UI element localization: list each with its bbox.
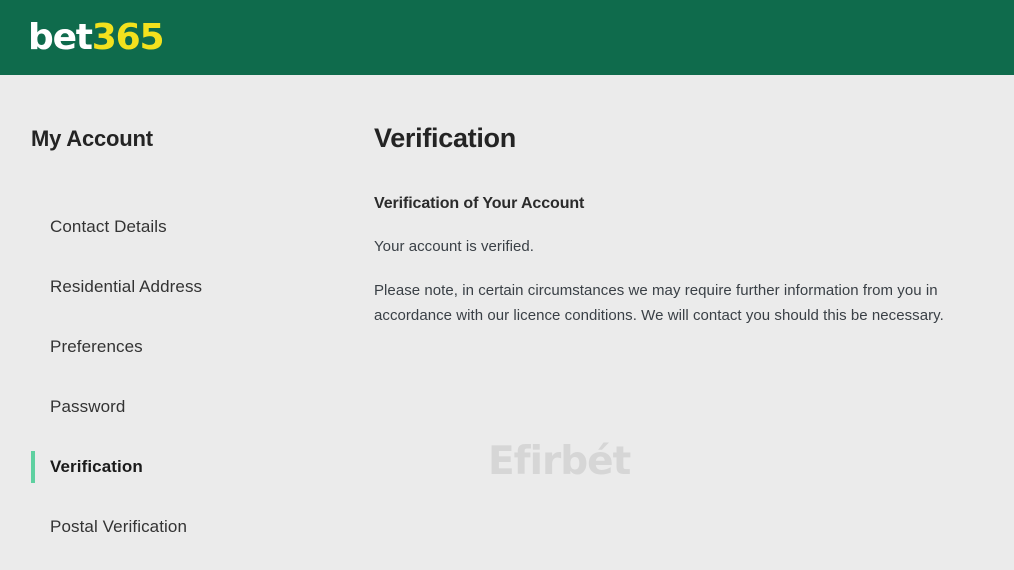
sidebar-item-label: Password — [50, 397, 126, 416]
status-paragraph: Your account is verified. — [374, 238, 534, 255]
sidebar-item-residential-address[interactable]: Residential Address — [0, 257, 360, 317]
notice-paragraph: Please note, in certain circumstances we… — [374, 282, 944, 324]
brand-name-primary: bet — [28, 17, 93, 58]
sidebar-item-label: Residential Address — [50, 277, 203, 296]
sidebar-item-password[interactable]: Password — [0, 377, 360, 437]
main-content: Verification Verification of Your Accoun… — [360, 75, 1014, 570]
sidebar-nav-list: Contact Details Residential Address Pref… — [0, 197, 360, 557]
sidebar-item-postal-verification[interactable]: Postal Verification — [0, 497, 360, 557]
section-heading: Verification of Your Account — [374, 195, 585, 212]
sidebar-item-label: Postal Verification — [50, 517, 188, 536]
active-indicator-bar — [31, 451, 35, 483]
efirbet-watermark: Efirbét — [488, 439, 631, 484]
sidebar-title: My Account — [31, 126, 153, 151]
sidebar-item-label: Contact Details — [50, 217, 167, 236]
site-header: bet365 — [0, 0, 1014, 75]
sidebar-item-label: Verification — [50, 457, 143, 476]
bet365-logo[interactable]: bet365 — [28, 16, 165, 60]
sidebar-item-label: Preferences — [50, 337, 143, 356]
sidebar-item-preferences[interactable]: Preferences — [0, 317, 360, 377]
verification-status-text: Your account is verified. Please note, i… — [374, 234, 986, 328]
page-title: Verification — [374, 123, 516, 153]
sidebar-item-verification[interactable]: Verification — [0, 437, 360, 497]
account-sidebar: My Account Contact Details Residential A… — [0, 75, 360, 570]
brand-name-accent: 365 — [91, 17, 165, 58]
sidebar-item-contact-details[interactable]: Contact Details — [0, 197, 360, 257]
page-body: My Account Contact Details Residential A… — [0, 75, 1014, 570]
